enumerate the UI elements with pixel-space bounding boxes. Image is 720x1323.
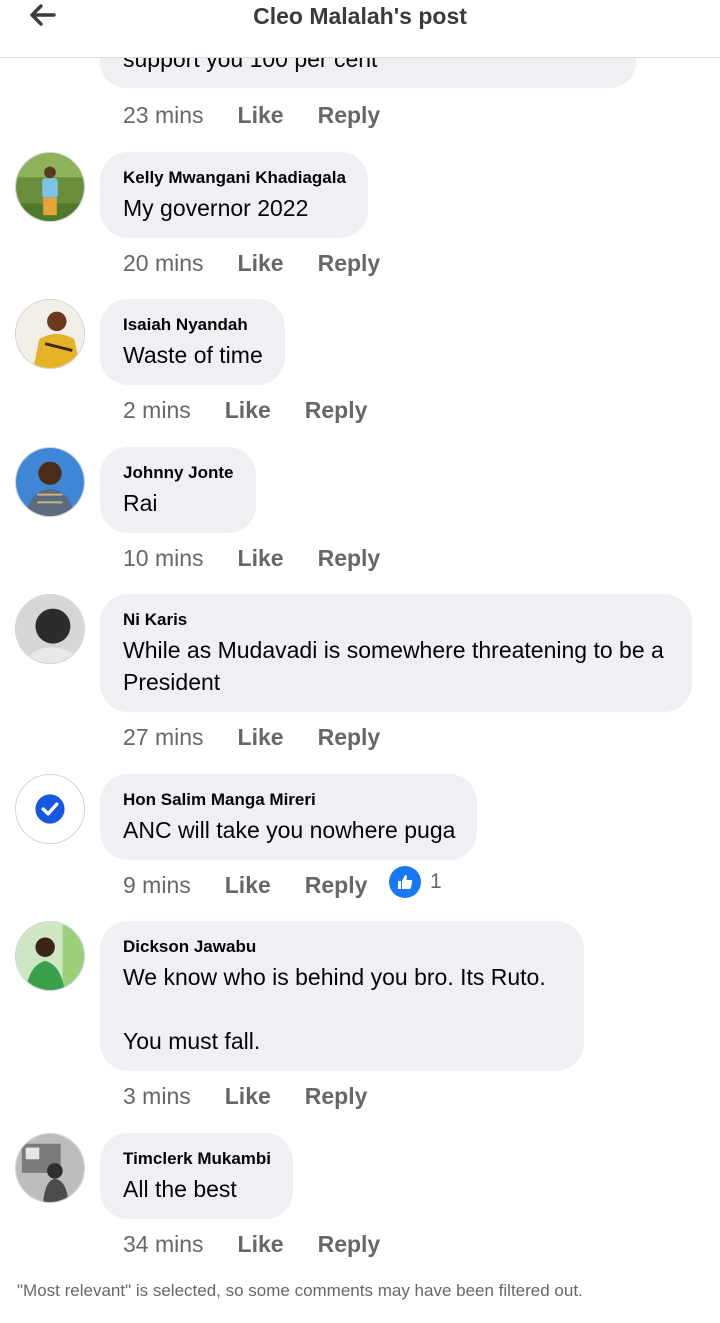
comment-actions: 34 mins Like Reply: [123, 1229, 380, 1259]
like-button[interactable]: Like: [238, 250, 284, 277]
reply-button[interactable]: Reply: [305, 872, 368, 899]
page-title: Cleo Malalah's post: [253, 3, 467, 29]
comment-text: All the best: [123, 1176, 237, 1202]
avatar[interactable]: [15, 774, 85, 844]
comment-text: We know who is behind you bro. Its Ruto.…: [123, 964, 546, 1054]
comment-time[interactable]: 3 mins: [123, 1083, 191, 1110]
filter-notice: "Most relevant" is selected, so some com…: [17, 1281, 583, 1300]
avatar[interactable]: [15, 1133, 85, 1203]
comment-bubble[interactable]: Ni Karis While as Mudavadi is somewhere …: [100, 594, 692, 712]
reply-button[interactable]: Reply: [318, 545, 381, 572]
like-button[interactable]: Like: [238, 724, 284, 751]
like-button[interactable]: Like: [238, 102, 284, 129]
comment-bubble[interactable]: Hon Salim Manga Mireri ANC will take you…: [100, 774, 478, 860]
reaction-count: 1: [430, 870, 442, 893]
avatar[interactable]: [15, 594, 85, 664]
reply-button[interactable]: Reply: [305, 1083, 368, 1110]
comment-text: Waste of time: [123, 342, 263, 368]
comment-bubble[interactable]: Isaiah Nyandah Waste of time: [100, 299, 285, 385]
user-photo-icon: [16, 595, 84, 663]
avatar[interactable]: [15, 152, 85, 222]
avatar[interactable]: [15, 447, 85, 517]
commenter-name[interactable]: Ni Karis: [123, 610, 670, 630]
comment-actions: 10 mins Like Reply: [123, 543, 380, 573]
like-button[interactable]: Like: [238, 545, 284, 572]
avatar[interactable]: [15, 921, 85, 991]
top-bar: Cleo Malalah's post: [0, 0, 720, 58]
check-badge-icon: [16, 775, 84, 843]
reply-button[interactable]: Reply: [318, 724, 381, 751]
avatar[interactable]: [15, 299, 85, 369]
comment-text: While as Mudavadi is somewhere threateni…: [123, 637, 664, 695]
comment-text: My governor 2022: [123, 195, 309, 221]
like-button[interactable]: Like: [225, 397, 271, 424]
commenter-name[interactable]: Kelly Mwangani Khadiagala: [123, 168, 346, 188]
commenter-name[interactable]: Isaiah Nyandah: [123, 315, 263, 335]
comment-bubble[interactable]: Kelly Mwangani Khadiagala My governor 20…: [100, 152, 368, 238]
user-photo-icon: [16, 153, 84, 221]
like-button[interactable]: Like: [225, 1083, 271, 1110]
comment-actions: 2 mins Like Reply: [123, 395, 367, 425]
comment-time[interactable]: 9 mins: [123, 872, 191, 899]
comment-actions: 23 mins Like Reply: [123, 100, 380, 130]
reply-button[interactable]: Reply: [318, 250, 381, 277]
comment-actions: 20 mins Like Reply: [123, 248, 380, 278]
like-button[interactable]: Like: [225, 872, 271, 899]
thumbs-up-icon: [389, 866, 421, 898]
commenter-name[interactable]: Johnny Jonte: [123, 463, 234, 483]
comment-time[interactable]: 10 mins: [123, 545, 204, 572]
reaction-summary[interactable]: 1: [389, 866, 442, 898]
comment-time[interactable]: 2 mins: [123, 397, 191, 424]
user-photo-icon: [16, 1134, 84, 1202]
comment-time[interactable]: 27 mins: [123, 724, 204, 751]
comment-time[interactable]: 20 mins: [123, 250, 204, 277]
user-photo-icon: [16, 300, 84, 368]
comment-actions: 9 mins Like Reply: [123, 870, 367, 900]
comment-bubble[interactable]: Dickson Jawabu We know who is behind you…: [100, 921, 584, 1071]
comment-time[interactable]: 34 mins: [123, 1231, 204, 1258]
comment-text: Rai: [123, 490, 158, 516]
comment-actions: 3 mins Like Reply: [123, 1081, 367, 1111]
reply-button[interactable]: Reply: [318, 1231, 381, 1258]
comment-bubble[interactable]: Johnny Jonte Rai: [100, 447, 256, 533]
reply-button[interactable]: Reply: [305, 397, 368, 424]
reply-button[interactable]: Reply: [318, 102, 381, 129]
like-button[interactable]: Like: [238, 1231, 284, 1258]
commenter-name[interactable]: Hon Salim Manga Mireri: [123, 790, 455, 810]
commenter-name[interactable]: Timclerk Mukambi: [123, 1149, 271, 1169]
comment-actions: 27 mins Like Reply: [123, 722, 380, 752]
commenter-name[interactable]: Dickson Jawabu: [123, 937, 562, 957]
comment-bubble[interactable]: Timclerk Mukambi All the best: [100, 1133, 294, 1219]
user-photo-icon: [16, 448, 84, 516]
user-photo-icon: [16, 922, 84, 990]
comment-time[interactable]: 23 mins: [123, 102, 204, 129]
comment-text: ANC will take you nowhere puga: [123, 817, 456, 843]
